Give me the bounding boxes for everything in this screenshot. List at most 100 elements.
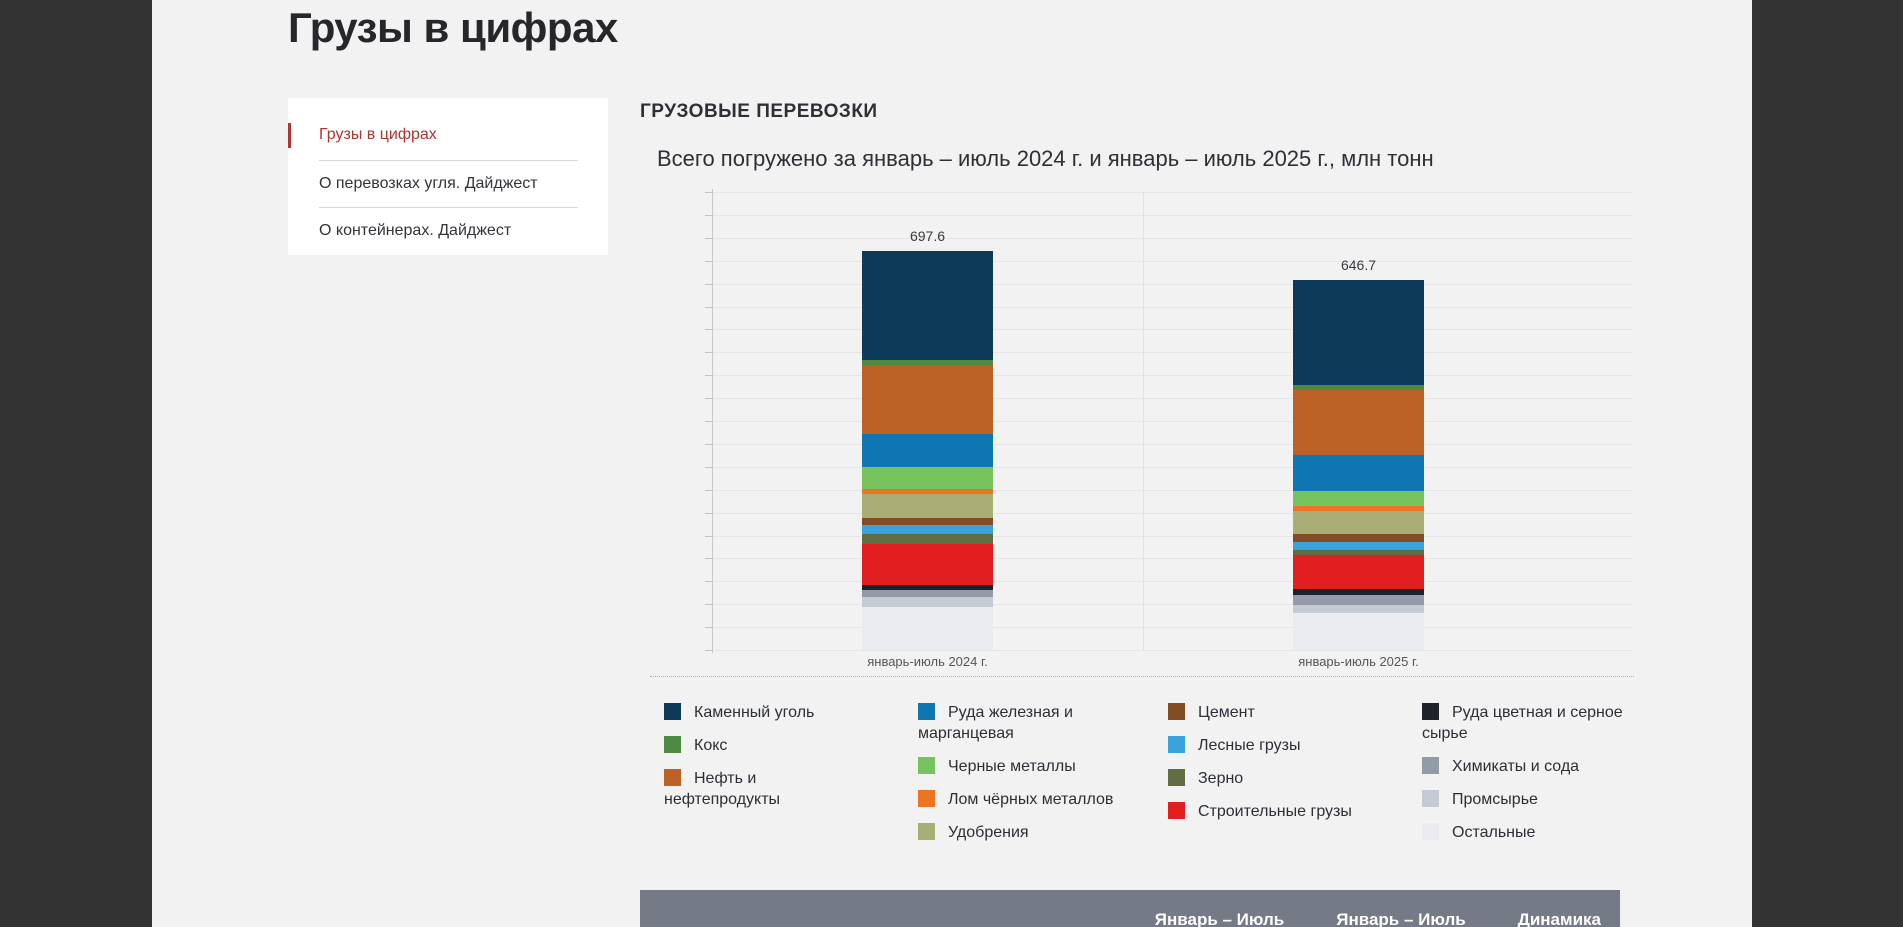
legend-item[interactable]: Кокс [664, 735, 874, 756]
legend-item[interactable]: Лом чёрных металлов [918, 789, 1153, 810]
gridline [712, 421, 1633, 422]
bar-segment [1293, 613, 1424, 650]
bar-segment [1293, 534, 1424, 542]
table-header-col-2025: Январь – Июль [1336, 910, 1465, 927]
gridline [712, 627, 1633, 628]
legend-item[interactable]: Зерно [1168, 768, 1408, 789]
legend-swatch [1168, 736, 1185, 753]
legend-label: Цемент [1198, 704, 1255, 721]
gridline [712, 513, 1633, 514]
legend-item[interactable]: Остальные [1422, 822, 1670, 843]
sidebar-item-cargo-in-figures[interactable]: Грузы в цифрах [319, 124, 578, 161]
bar-segment [1293, 280, 1424, 386]
legend-swatch [1422, 823, 1439, 840]
bar-segment [862, 467, 993, 489]
plot-area: 697.6646.7 [712, 192, 1633, 650]
y-axis-tick [705, 307, 712, 308]
legend-item[interactable]: Химикаты и сода [1422, 756, 1670, 777]
legend-swatch [918, 790, 935, 807]
gridline [712, 558, 1633, 559]
section-heading: ГРУЗОВЫЕ ПЕРЕВОЗКИ [640, 101, 878, 123]
y-axis-tick [705, 352, 712, 353]
y-axis-line [712, 189, 713, 653]
stacked-bar-2024[interactable] [862, 251, 993, 650]
legend-label: Черные металлы [948, 758, 1076, 775]
bar-segment [1293, 491, 1424, 506]
legend-swatch [918, 823, 935, 840]
gridline [712, 581, 1633, 582]
bar-segment [862, 607, 993, 650]
legend-item[interactable]: Промсырье [1422, 789, 1670, 810]
gridline [712, 284, 1633, 285]
gridline [712, 307, 1633, 308]
gridline [712, 650, 1633, 651]
gridline [712, 329, 1633, 330]
legend-label: Остальные [1452, 824, 1535, 841]
legend-swatch [664, 703, 681, 720]
content-area: Грузы в цифрах Грузы в цифрах О перевозк… [152, 0, 1752, 927]
y-axis-tick [705, 215, 712, 216]
bar-segment [1293, 390, 1424, 455]
y-axis-tick [705, 238, 712, 239]
bar-segment [862, 590, 993, 597]
legend-swatch [1168, 802, 1185, 819]
legend-label: Нефть и нефтепродукты [664, 770, 780, 808]
gridline [712, 375, 1633, 376]
bar-segment [862, 534, 993, 544]
legend-item[interactable]: Руда цветная и серное сырье [1422, 702, 1670, 744]
bar-segment [1293, 542, 1424, 550]
legend-label: Промсырье [1452, 791, 1538, 808]
legend-item[interactable]: Цемент [1168, 702, 1408, 723]
legend-label: Лесные грузы [1198, 737, 1300, 754]
gridline [712, 490, 1633, 491]
y-axis-tick [705, 627, 712, 628]
page-background: Грузы в цифрах Грузы в цифрах О перевозк… [0, 0, 1903, 927]
bar-segment [862, 251, 993, 360]
legend-item[interactable]: Каменный уголь [664, 702, 874, 723]
legend-item[interactable]: Руда железная и марганцевая [918, 702, 1153, 744]
legend-label: Руда цветная и серное сырье [1422, 704, 1623, 742]
y-axis-tick [705, 650, 712, 651]
y-axis-tick [705, 558, 712, 559]
legend-item[interactable]: Удобрения [918, 822, 1153, 843]
legend-swatch [1168, 769, 1185, 786]
legend-item[interactable]: Нефть и нефтепродукты [664, 768, 874, 810]
bar-segment [1293, 595, 1424, 605]
legend-label: Кокс [694, 737, 727, 754]
legend-swatch [664, 769, 681, 786]
sidebar: Грузы в цифрах О перевозках угля. Дайдже… [288, 98, 608, 255]
legend-swatch [1422, 757, 1439, 774]
gridline [712, 467, 1633, 468]
gridline [712, 215, 1633, 216]
stacked-bar-2025[interactable] [1293, 280, 1424, 650]
y-axis-tick [705, 192, 712, 193]
legend-label: Зерно [1198, 770, 1243, 787]
bar-segment [1293, 605, 1424, 613]
sidebar-item-coal-digest[interactable]: О перевозках угля. Дайджест [319, 161, 578, 208]
y-axis-tick [705, 329, 712, 330]
bar-segment [1293, 511, 1424, 535]
sidebar-item-label: О перевозках угля. Дайджест [319, 175, 538, 192]
sidebar-item-label: О контейнерах. Дайджест [319, 222, 511, 239]
legend-label: Каменный уголь [694, 704, 814, 721]
legend-label: Удобрения [948, 824, 1029, 841]
legend-swatch [918, 757, 935, 774]
gridline [712, 536, 1633, 537]
page-title: Грузы в цифрах [288, 4, 618, 52]
legend-label: Строительные грузы [1198, 803, 1352, 820]
legend-swatch [1422, 703, 1439, 720]
y-axis-tick [705, 375, 712, 376]
legend-item[interactable]: Строительные грузы [1168, 801, 1408, 822]
bar-segment [862, 518, 993, 525]
legend-item[interactable]: Черные металлы [918, 756, 1153, 777]
bar-segment [862, 597, 993, 607]
y-axis-tick [705, 261, 712, 262]
bar-segment [862, 494, 993, 518]
legend-item[interactable]: Лесные грузы [1168, 735, 1408, 756]
sidebar-item-containers-digest[interactable]: О контейнерах. Дайджест [319, 208, 578, 242]
legend-column: Руда цветная и серное сырье Химикаты и со… [1422, 702, 1670, 855]
gridline [712, 261, 1633, 262]
category-separator-line [1143, 192, 1144, 650]
table-header-col-dynamics: Динамика [1518, 910, 1601, 927]
gridline [712, 352, 1633, 353]
